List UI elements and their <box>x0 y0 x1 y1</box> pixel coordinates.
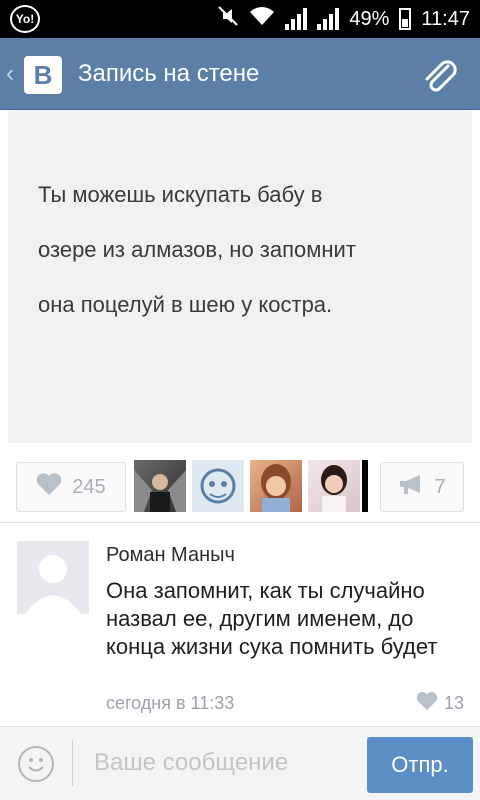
heart-icon <box>36 472 62 502</box>
smiley-icon[interactable] <box>18 746 54 782</box>
composer-separator <box>72 740 73 786</box>
clock: 11:47 <box>421 7 470 30</box>
liked-users <box>134 460 368 512</box>
avatar[interactable] <box>308 460 360 512</box>
avatar[interactable] <box>134 460 186 512</box>
post-text-line: Ты можешь искупать бабу в <box>38 182 323 207</box>
battery-icon <box>399 8 412 30</box>
vk-logo[interactable]: В <box>24 56 62 94</box>
post-text-line: озере из алмазов, но запомнит <box>38 237 356 262</box>
message-input[interactable] <box>82 737 358 789</box>
signal-icon-2 <box>317 8 340 30</box>
avatar-partial <box>362 460 368 512</box>
avatar[interactable] <box>192 460 244 512</box>
app-notification-icon: Yo! <box>10 5 40 33</box>
avatar[interactable] <box>250 460 302 512</box>
like-button[interactable]: 245 <box>16 462 126 512</box>
likes-count: 245 <box>72 475 106 498</box>
comment-avatar[interactable] <box>17 541 89 614</box>
mute-icon <box>217 5 239 33</box>
shares-count: 7 <box>434 475 446 498</box>
comment-timestamp: сегодня в 11:33 <box>106 693 235 713</box>
battery-percent: 49% <box>349 7 390 30</box>
heart-icon <box>416 691 438 716</box>
message-composer: Отпр. <box>0 726 480 800</box>
screen: Yo! 49% 11:47 ‹ В Запись на стене Ты мож… <box>0 0 480 800</box>
comment-likes-count: 13 <box>443 693 464 713</box>
paperclip-icon[interactable] <box>418 54 462 98</box>
page-title: Запись на стене <box>78 60 260 87</box>
share-button[interactable]: 7 <box>380 462 464 512</box>
divider <box>0 522 480 523</box>
signal-icon <box>285 8 308 30</box>
post-text-line: она поцелуй в шею у костра. <box>38 292 333 317</box>
status-icons: 49% 11:47 <box>217 0 470 38</box>
wifi-icon <box>249 5 275 33</box>
status-bar: Yo! 49% 11:47 <box>0 0 480 38</box>
comment-text: Она запомнит, как ты случайно назвал ее,… <box>106 578 438 659</box>
send-button[interactable]: Отпр. <box>367 737 473 793</box>
comment-author[interactable]: Роман Маныч <box>106 544 235 567</box>
comment-like-button[interactable]: 13 <box>416 691 464 716</box>
app-header: ‹ В Запись на стене <box>0 38 480 110</box>
post-image[interactable]: Ты можешь искупать бабу в озере из алмаз… <box>8 110 472 443</box>
post-image-text: Ты можешь искупать бабу в озере из алмаз… <box>38 167 448 332</box>
chevron-left-icon[interactable]: ‹ <box>6 60 14 88</box>
megaphone-icon <box>398 473 426 501</box>
